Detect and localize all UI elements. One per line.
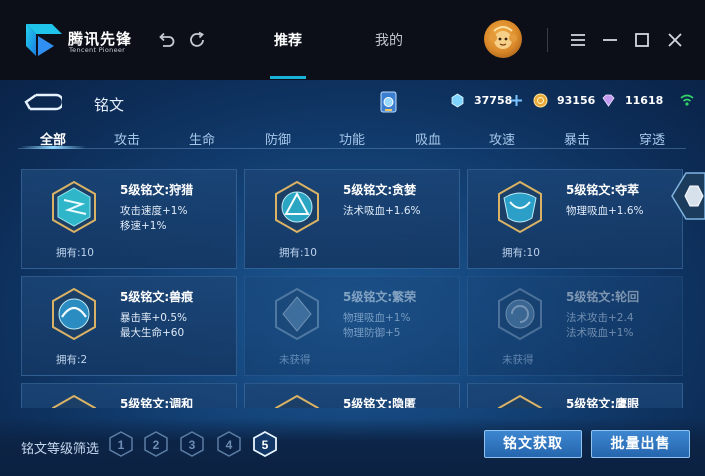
level-filter-1[interactable]: 1 [109,431,133,457]
add-crystal-icon[interactable] [510,94,523,107]
inscription-card[interactable]: 5级铭文:狩猎 攻击速度+1% 移速+1% 拥有:10 [21,169,237,269]
tab-defense[interactable]: 防御 [265,129,291,148]
inscription-samsara-icon [498,287,542,341]
owned-count: 拥有:10 [279,247,317,259]
tab-health[interactable]: 生命 [189,129,215,148]
topbar-divider [547,28,548,52]
inscription-stat: 移速+1% [120,220,167,232]
diamond-count: 11618 [625,94,664,107]
inscription-card[interactable]: 5级铭文:夺萃 物理吸血+1.6% 拥有:10 [467,169,683,269]
level-filter-2[interactable]: 2 [144,431,168,457]
game-screen: 铭文 37758 93156 11618 全部 攻击 生命 防御 功能 吸血 攻… [0,80,705,476]
inscription-stat: 暴击率+0.5% [120,312,187,324]
maximize-icon[interactable] [631,29,653,51]
tab-recommend[interactable]: 推荐 [274,30,302,50]
level-filter-label-text: 1 [118,438,125,452]
inscription-prosperity-icon [275,287,319,341]
inscription-extract-icon [498,180,542,234]
level-filter-label-text: 4 [226,438,233,452]
inscription-stat: 最大生命+60 [120,327,185,339]
inscription-name: 5级铭文:夺萃 [566,183,640,197]
inscription-stat: 法术吸血+1% [566,327,634,339]
inscription-card[interactable]: 5级铭文:鹰眼 [467,383,683,408]
owned-count: 未获得 [502,354,534,366]
inscription-name: 5级铭文:隐匿 [343,397,417,408]
inscription-card[interactable]: 5级铭文:轮回 法术攻击+2.4 法术吸血+1% 未获得 [467,276,683,376]
owned-count: 拥有:10 [502,247,540,259]
inscription-name: 5级铭文:鹰眼 [566,397,640,408]
acquire-inscription-button[interactable]: 铭文获取 [484,430,582,458]
gold-count: 93156 [557,94,596,107]
inscription-name: 5级铭文:狩猎 [120,183,194,197]
page-title: 铭文 [94,96,125,114]
inscription-card[interactable]: 5级铭文:调和 [21,383,237,408]
inscription-stat: 攻击速度+1% [120,205,188,217]
inscription-stat: 物理防御+5 [343,327,401,339]
tab-attack-speed[interactable]: 攻速 [489,129,515,148]
active-tab-indicator [270,76,306,79]
bottom-toolbar: 铭文等级筛选 1 2 3 4 5 铭文获取 批量出售 [0,418,705,476]
inscription-stat: 法术吸血+1.6% [343,205,421,217]
undo-icon[interactable] [155,29,177,51]
level-filter-4[interactable]: 4 [217,431,241,457]
inscription-beast-mark-icon [52,287,96,341]
owned-count: 拥有:10 [56,247,94,259]
launcher-topbar: 腾讯先锋 Tencent Pioneer 推荐 我的 [0,0,705,80]
inscription-stat: 法术攻击+2.4 [566,312,634,324]
diamond-icon [602,94,615,107]
inscription-hawkeye-icon [498,394,542,408]
menu-icon[interactable] [567,29,589,51]
minimize-icon[interactable] [599,29,621,51]
tencent-pioneer-logo: 腾讯先锋 Tencent Pioneer [24,22,154,58]
logo-mark-icon [26,24,62,56]
tab-attack[interactable]: 攻击 [114,129,140,148]
inscription-harmony-icon [52,394,96,408]
category-divider [18,148,686,149]
inscription-card[interactable]: 5级铭文:隐匿 [244,383,460,408]
inscription-stealth-icon [275,394,319,408]
tab-mine[interactable]: 我的 [375,30,403,50]
inscription-grid: 5级铭文:狩猎 攻击速度+1% 移速+1% 拥有:10 5级铭文:贪婪 法术吸血… [0,168,705,408]
level-filter-3[interactable]: 3 [180,431,204,457]
owned-count: 未获得 [279,354,311,366]
inscription-hunt-icon [52,180,96,234]
crystal-icon [451,93,464,108]
inscription-name: 5级铭文:贪婪 [343,183,417,197]
active-category-indicator [20,146,86,149]
tab-utility[interactable]: 功能 [339,129,365,148]
tab-penetration[interactable]: 穿透 [639,129,665,148]
tab-lifesteal[interactable]: 吸血 [415,129,441,148]
inscription-name: 5级铭文:兽痕 [120,290,194,304]
side-panel-button-icon[interactable] [668,171,705,221]
crystal-count: 37758 [474,94,513,107]
gold-coin-icon [533,93,548,108]
game-header: 铭文 37758 93156 11618 [0,80,705,124]
inscription-stat: 物理吸血+1% [343,312,411,324]
avatar[interactable] [484,20,522,58]
avatar-monkey-icon [489,26,517,49]
close-icon[interactable] [664,29,686,51]
level-filter-label: 铭文等级筛选 [21,442,100,457]
category-tabs: 全部 攻击 生命 防御 功能 吸血 攻速 暴击 穿透 [0,126,705,154]
level-filter-label-text: 5 [262,438,269,452]
level-filter-label-text: 3 [189,438,196,452]
tab-critical[interactable]: 暴击 [564,129,590,148]
inscription-card[interactable]: 5级铭文:贪婪 法术吸血+1.6% 拥有:10 [244,169,460,269]
back-arrow-icon[interactable] [22,92,62,112]
inscription-card[interactable]: 5级铭文:繁荣 物理吸血+1% 物理防御+5 未获得 [244,276,460,376]
owned-count: 拥有:2 [56,354,88,366]
level-filter-5[interactable]: 5 [253,431,277,457]
logo-subtitle: Tencent Pioneer [69,46,126,54]
inscription-stat: 物理吸血+1.6% [566,205,644,217]
bulk-sell-button[interactable]: 批量出售 [591,430,690,458]
inscription-name: 5级铭文:轮回 [566,290,640,304]
level-filter-label-text: 2 [153,438,160,452]
inscription-card[interactable]: 5级铭文:兽痕 暴击率+0.5% 最大生命+60 拥有:2 [21,276,237,376]
inscription-book-icon[interactable] [377,89,401,115]
inscription-name: 5级铭文:调和 [120,397,194,408]
refresh-icon[interactable] [186,29,208,51]
signal-icon [680,94,694,106]
inscription-name: 5级铭文:繁荣 [343,290,417,304]
inscription-greed-icon [275,180,319,234]
